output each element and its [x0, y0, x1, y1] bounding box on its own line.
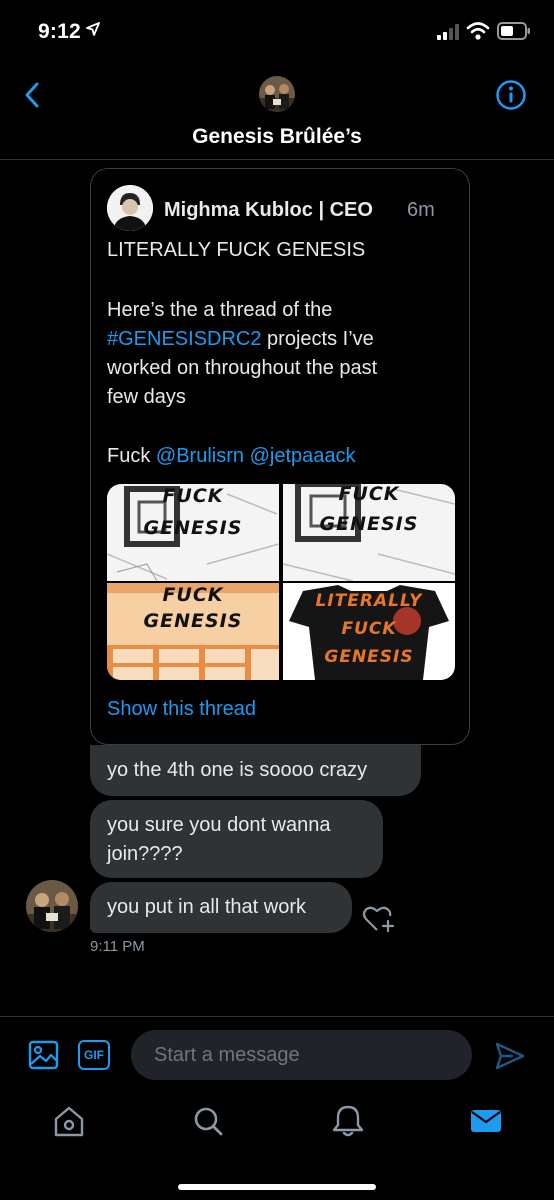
shared-tweet-card[interactable]: ~ Mighma Kubloc | CEO 6m LITERALLY FUCK …	[90, 168, 470, 745]
wifi-icon	[466, 22, 490, 40]
home-icon[interactable]	[51, 1104, 87, 1138]
compose-bar: GIF	[0, 1016, 554, 1092]
tweet-author-avatar[interactable]: ~	[107, 185, 153, 231]
message-timestamp: 9:11 PM	[90, 938, 145, 955]
tweet-timestamp: 6m	[407, 199, 435, 221]
media-caption: GENESIS	[143, 610, 243, 632]
location-arrow-icon	[86, 22, 100, 36]
tweet-text-line: few days	[107, 386, 186, 408]
cellular-signal-icon	[437, 24, 459, 40]
message-text: yo the 4th one is soooo crazy	[107, 759, 368, 781]
media-caption: FUCK	[162, 584, 224, 606]
media-caption: FUCK	[341, 619, 397, 639]
tweet-text-line: LITERALLY FUCK GENESIS	[107, 239, 366, 261]
svg-text:~: ~	[136, 195, 140, 201]
tweet-text-line: #GENESISDRC2 projects I’ve	[107, 325, 374, 354]
group-avatar[interactable]	[259, 76, 295, 112]
search-icon[interactable]	[190, 1104, 226, 1138]
send-icon[interactable]	[494, 1041, 526, 1071]
status-time: 9:12	[38, 20, 81, 43]
media-caption: GENESIS	[143, 517, 243, 539]
hashtag-link[interactable]: #GENESISDRC2	[107, 328, 262, 350]
message-bubble[interactable]: you put in all that work	[90, 882, 352, 933]
media-caption: GENESIS	[324, 647, 414, 667]
mention-link[interactable]: @jetpaaack	[250, 445, 356, 467]
media-caption: GENESIS	[319, 513, 419, 535]
sender-avatar[interactable]	[26, 880, 78, 932]
gif-button[interactable]: GIF	[78, 1040, 110, 1070]
battery-icon	[497, 22, 530, 40]
message-text: join????	[107, 843, 183, 865]
media-image[interactable]: FUCK GENESIS	[107, 484, 279, 581]
add-reaction-icon[interactable]	[362, 904, 396, 934]
conversation-header: Genesis Brûlée’s	[0, 64, 554, 160]
tweet-text-line: Here’s the a thread of the	[107, 299, 333, 321]
media-image[interactable]: FUCK GENESIS	[283, 484, 455, 581]
message-input[interactable]	[131, 1030, 472, 1080]
info-icon[interactable]	[495, 79, 527, 111]
home-indicator	[178, 1184, 376, 1190]
status-bar: 9:12	[0, 0, 554, 64]
show-thread-link[interactable]: Show this thread	[107, 698, 256, 721]
message-text: you sure you dont wanna	[107, 814, 331, 836]
image-icon[interactable]	[28, 1039, 60, 1071]
media-image[interactable]: LITERALLY FUCK GENESIS	[283, 583, 455, 680]
message-text: you put in all that work	[107, 896, 306, 918]
messages-icon[interactable]	[468, 1104, 504, 1138]
media-caption: LITERALLY	[315, 591, 423, 611]
message-bubble[interactable]: you sure you dont wanna join????	[90, 800, 383, 878]
tweet-media-grid: FUCK GENESIS FUCK GENESIS FUCK GENESIS L…	[107, 484, 455, 680]
tweet-author-name[interactable]: Mighma Kubloc | CEO	[164, 199, 373, 222]
tweet-text-span: Fuck	[107, 445, 156, 467]
media-caption: FUCK	[338, 484, 400, 505]
media-caption: FUCK	[162, 485, 224, 507]
chevron-left-icon[interactable]	[18, 80, 48, 110]
tweet-text-span: projects I’ve	[261, 328, 374, 350]
tweet-text-line: worked on throughout the past	[107, 357, 378, 379]
tweet-text-line: Fuck @Brulisrn @jetpaaack	[107, 442, 356, 471]
message-bubble[interactable]: yo the 4th one is soooo crazy	[90, 745, 421, 796]
mention-link[interactable]: @Brulisrn	[156, 445, 244, 467]
conversation-title: Genesis Brûlée’s	[192, 125, 362, 148]
media-image[interactable]: FUCK GENESIS	[107, 583, 279, 680]
notifications-icon[interactable]	[330, 1104, 366, 1138]
